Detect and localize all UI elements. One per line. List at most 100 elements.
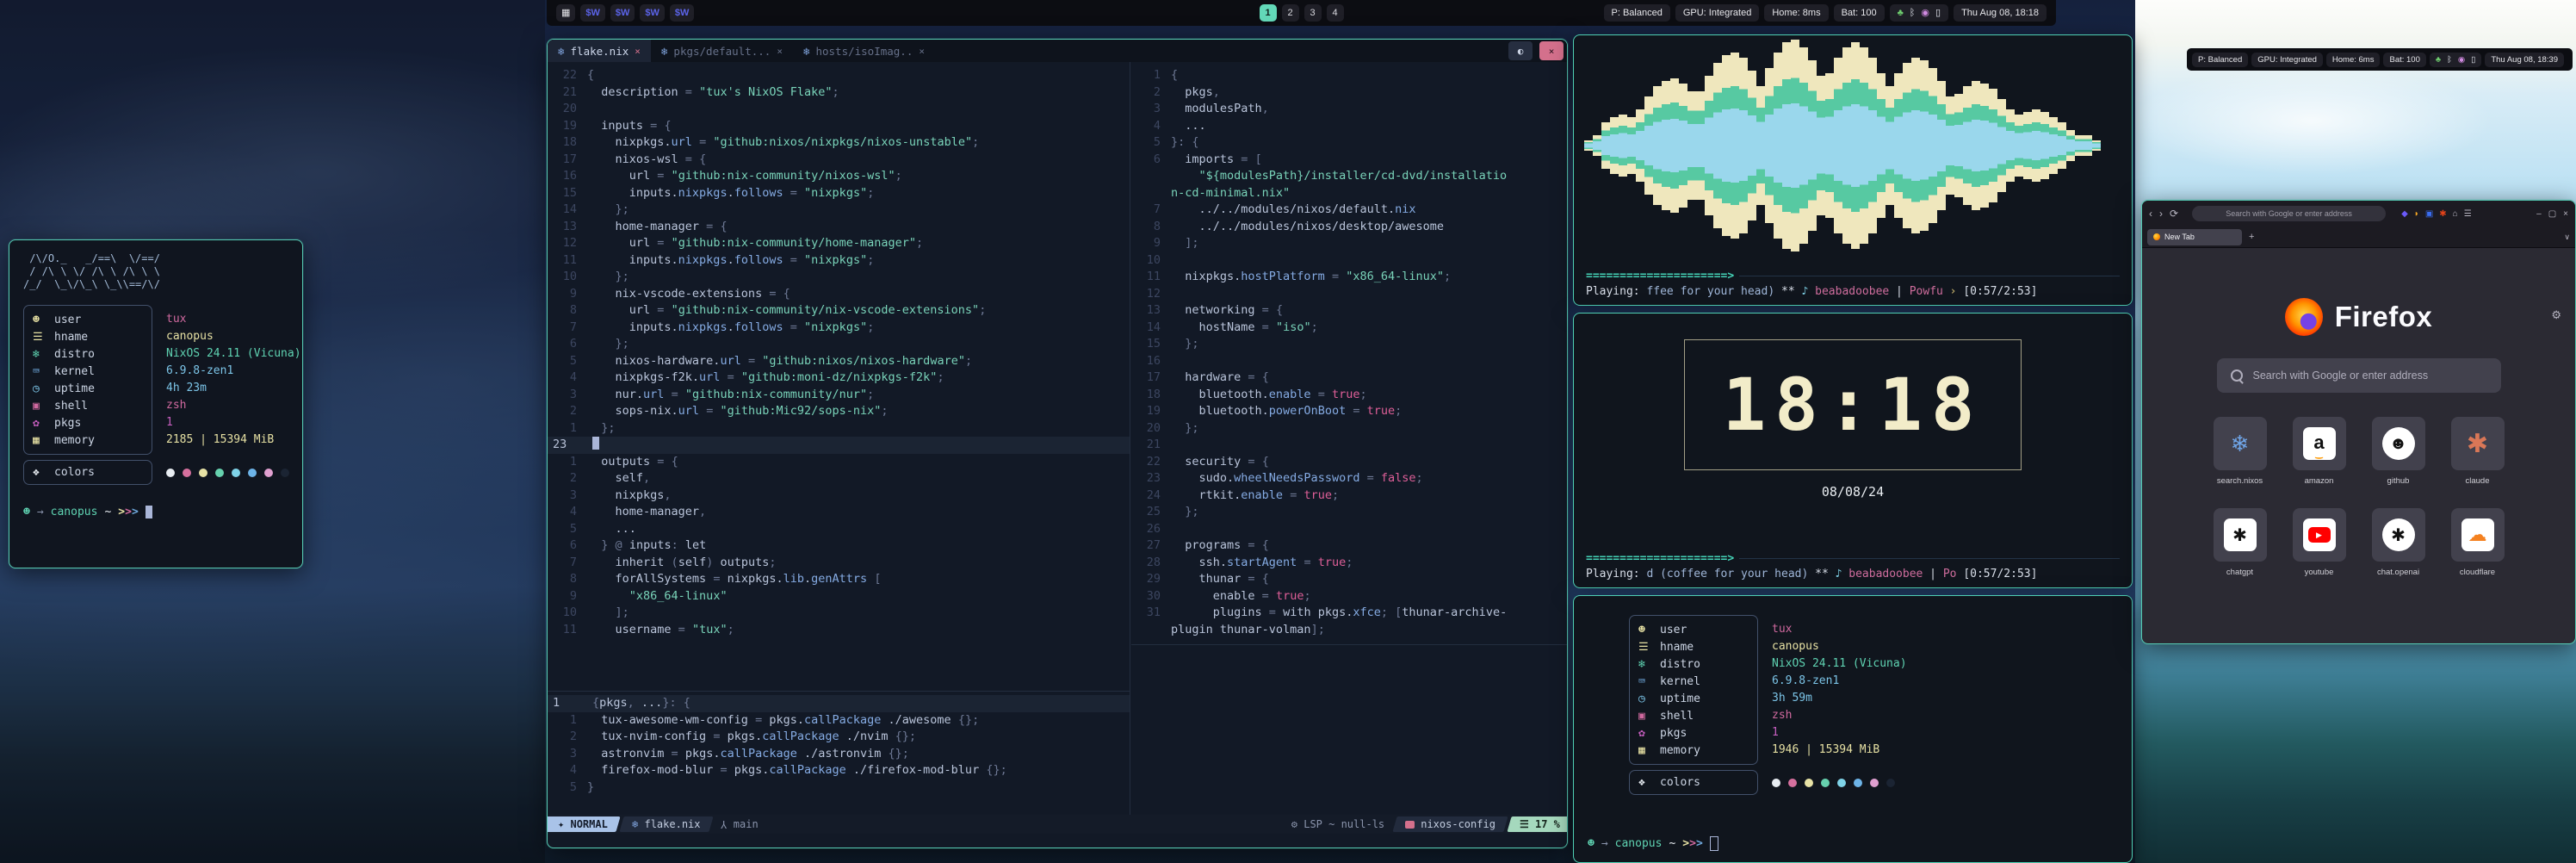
visualizer-bar <box>2040 112 2049 179</box>
maximize-icon[interactable]: ▢ <box>2548 209 2556 219</box>
code-line: 1 tux-awesome-wm-config = pkgs.callPacka… <box>548 712 1130 730</box>
terminal-window-fastfetch[interactable]: /\/O._ _/==\ \/==/ / /\ \ \/ /\ \ /\ \ \… <box>9 239 303 568</box>
fetch-row: ▦memory <box>1638 742 1749 759</box>
home-icon[interactable]: ⌂ <box>2453 209 2458 219</box>
firefox-window[interactable]: ‹ › ⟳ Search with Google or enter addres… <box>2141 200 2576 644</box>
tab-flake-nix[interactable]: ❄flake.nix× <box>548 40 651 62</box>
terminal-cursor <box>1710 836 1718 851</box>
user-icon: ☻ <box>33 312 46 328</box>
visualizer-bar <box>1877 73 1886 218</box>
editor-pane-pkgs[interactable]: 1{pkgs, ...}: {1 tux-awesome-wm-config =… <box>548 692 1130 818</box>
gear-icon[interactable]: ⚙ <box>2551 308 2561 322</box>
ping-status: Home: 8ms <box>1764 4 1828 22</box>
palette-dot <box>1886 779 1895 787</box>
media-tray-icon[interactable]: ◉ <box>2458 53 2465 66</box>
workspace-button-2[interactable]: 2 <box>1282 4 1299 22</box>
window-separator[interactable] <box>1131 644 1567 645</box>
editor-pane-iso[interactable]: 1{2 pkgs,3 modulesPath,4 ...5}: {6 impor… <box>1131 62 1567 649</box>
palette-dot <box>248 469 257 477</box>
extension-icon[interactable]: ✱ <box>2439 209 2446 219</box>
fastfetch-info-box: ☻user☰hname❄distro⌨kernel◷uptime▣shell✿p… <box>1629 615 1758 765</box>
clock-main[interactable]: Thu Aug 08, 18:18 <box>1954 4 2047 22</box>
url-bar[interactable]: Search with Google or enter address <box>2192 206 2386 221</box>
search-input[interactable]: Search with Google or enter address <box>2217 358 2501 393</box>
awesome-wm-icon[interactable]: $W <box>670 4 695 22</box>
phone-icon[interactable]: ▯ <box>1935 5 1941 21</box>
hamburger-menu-icon[interactable]: ☰ <box>2464 209 2472 219</box>
visualizer-bar <box>1731 53 1739 239</box>
tab-list-caret-icon[interactable]: ∨ <box>2564 233 2570 242</box>
visualizer-bar <box>1722 55 1731 236</box>
reload-icon[interactable]: ⟳ <box>2170 208 2178 220</box>
new-tab-button[interactable]: + <box>2249 232 2254 242</box>
nix-file-icon: ❄ <box>558 45 565 58</box>
firefox-wordmark: Firefox <box>2335 301 2433 333</box>
clock-date: 08/08/24 <box>1574 484 2132 500</box>
launcher-icon[interactable]: ▦ <box>556 4 575 22</box>
forward-icon[interactable]: › <box>2159 208 2163 220</box>
clock-right[interactable]: Thu Aug 08, 18:39 <box>2485 53 2564 67</box>
toggle-button[interactable]: ◐ <box>1508 41 1533 60</box>
shortcut-youtube[interactable]: ▶youtube <box>2293 508 2346 577</box>
shell-prompt[interactable]: ☻ → canopus ~ >>> <box>23 504 302 520</box>
editor-pane-flake[interactable]: 22{21 description = "tux's NixOS Flake";… <box>548 62 1130 696</box>
shortcut-cloudflare[interactable]: ☁cloudflare <box>2451 508 2505 577</box>
shortcut-label: cloudflare <box>2460 568 2495 577</box>
code-line: 3 modulesPath, <box>1131 101 1567 118</box>
visualizer-bar <box>1799 47 1808 244</box>
workspace-button-1[interactable]: 1 <box>1260 4 1277 22</box>
code-line: 9 "x86_64-linux" <box>548 588 1130 605</box>
fastfetch-info-box: ☻user☰hname❄distro⌨kernel◷uptime▣shell✿p… <box>23 305 152 455</box>
phone-icon[interactable]: ▯ <box>2471 53 2475 66</box>
close-icon[interactable]: × <box>2563 209 2568 219</box>
statusline: ✦ NORMAL ❄ flake.nix Y main ⚙ LSP ~ null… <box>548 815 1567 834</box>
visualizer-bar <box>1868 58 1877 233</box>
fetch-row: ❄distro <box>33 345 143 363</box>
code-line: 7 inherit (self) outputs; <box>548 555 1130 572</box>
tab-hosts-isoImag-[interactable]: ❄hosts/isoImag..× <box>793 40 935 62</box>
shortcut-github[interactable]: ☻github <box>2372 417 2425 486</box>
terminal-widget-fastfetch[interactable]: ☻user☰hname❄distro⌨kernel◷uptime▣shell✿p… <box>1573 595 2133 863</box>
tab-pkgs-default-[interactable]: ❄pkgs/default...× <box>651 40 793 62</box>
code-line: 7 inputs.nixpkgs.follows = "nixpkgs"; <box>548 320 1130 337</box>
fetch-row: ✿pkgs <box>33 414 143 432</box>
neovim-window[interactable]: ❄flake.nix×❄pkgs/default...×❄hosts/isoIm… <box>547 39 1568 848</box>
shortcut-amazon[interactable]: a‿amazon <box>2293 417 2346 486</box>
visualizer-bar <box>1963 86 1972 205</box>
music-note-icon: ♪ <box>1836 568 1842 581</box>
code-line: 13 home-manager = { <box>548 219 1130 236</box>
buffer-tabline: ❄flake.nix×❄pkgs/default...×❄hosts/isoIm… <box>548 40 1567 62</box>
close-icon[interactable]: × <box>777 46 783 57</box>
extension-icon[interactable]: ◗ <box>2414 209 2419 219</box>
awesome-wm-icon[interactable]: $W <box>610 4 635 22</box>
tray-plant-icon[interactable]: ♣ <box>2436 53 2441 66</box>
minimize-icon[interactable]: – <box>2536 209 2542 219</box>
back-icon[interactable]: ‹ <box>2149 208 2152 220</box>
gear-icon: ⚙ <box>1291 818 1297 830</box>
workspace-button-4[interactable]: 4 <box>1327 4 1344 22</box>
shortcut-search-nixos[interactable]: ❄search.nixos <box>2214 417 2267 486</box>
shortcut-chatgpt[interactable]: ✱chatgpt <box>2214 508 2267 577</box>
hname-value: canopus <box>1772 638 1907 655</box>
visualizer-bar <box>2032 109 2040 182</box>
close-icon[interactable]: × <box>919 46 925 57</box>
awesome-wm-icon[interactable]: $W <box>640 4 665 22</box>
shortcut-chat-openai[interactable]: ✱chat.openai <box>2372 508 2425 577</box>
media-tray-icon[interactable]: ◉ <box>1921 5 1929 21</box>
bluetooth-icon[interactable]: ᛒ <box>2447 53 2452 66</box>
shortcut-claude[interactable]: ✱claude <box>2451 417 2505 486</box>
close-window-button[interactable]: × <box>1539 41 1564 60</box>
bluetooth-icon[interactable]: ᛒ <box>1910 5 1916 21</box>
amazon-icon: a‿ <box>2303 427 2336 460</box>
user-value: tux <box>1772 621 1907 638</box>
workspace-button-3[interactable]: 3 <box>1304 4 1322 22</box>
awesome-wm-icon[interactable]: $W <box>580 4 605 22</box>
tab-new-tab[interactable]: New Tab <box>2147 229 2242 245</box>
shortcut-label: search.nixos <box>2217 476 2263 486</box>
visualizer-bar <box>1774 53 1782 239</box>
extension-icon[interactable]: ◆ <box>2401 209 2408 219</box>
tray-plant-icon[interactable]: ♣ <box>1898 5 1904 21</box>
close-icon[interactable]: × <box>635 46 641 57</box>
extension-icon[interactable]: ▣ <box>2425 209 2433 219</box>
shell-prompt[interactable]: ☻ → canopus ~ >>> <box>1588 835 2132 852</box>
